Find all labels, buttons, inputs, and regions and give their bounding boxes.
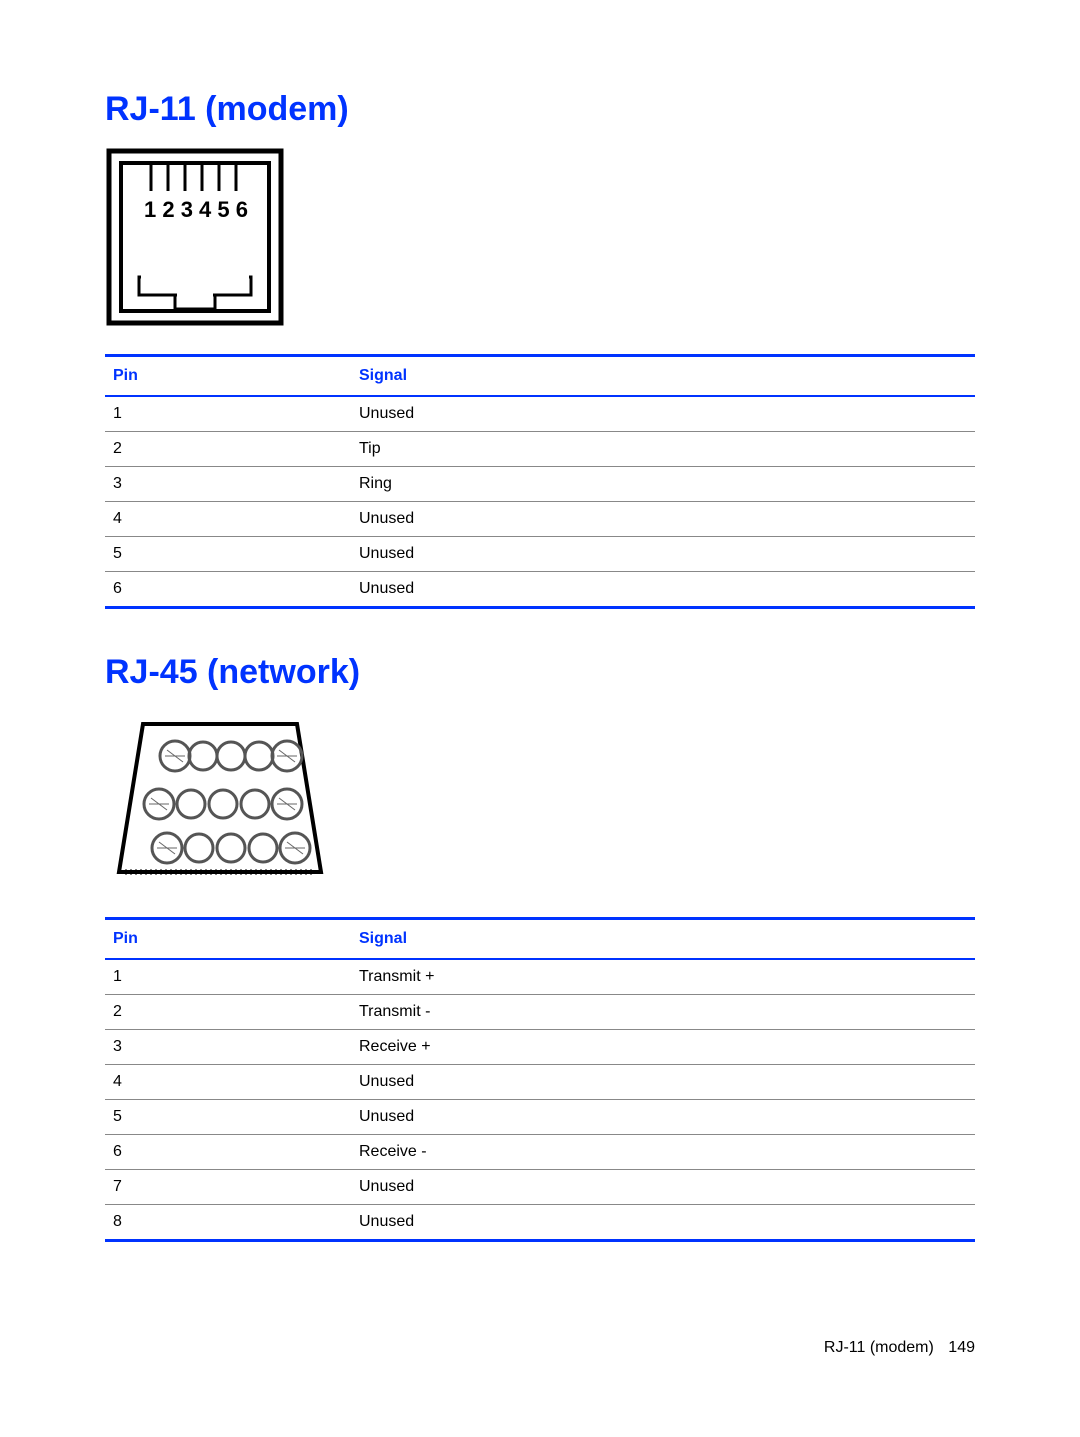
cell-signal: Ring xyxy=(351,467,975,502)
table-row: 1Unused xyxy=(105,396,975,432)
svg-text:1 2 3 4 5 6: 1 2 3 4 5 6 xyxy=(144,197,248,222)
cell-signal: Unused xyxy=(351,1100,975,1135)
rj11-jack-icon: 1 2 3 4 5 6 xyxy=(105,147,285,327)
table-row: 6Receive - xyxy=(105,1135,975,1170)
cell-pin: 6 xyxy=(105,1135,351,1170)
table-row: 4Unused xyxy=(105,502,975,537)
table-row: 3Ring xyxy=(105,467,975,502)
cell-signal: Unused xyxy=(351,572,975,608)
cell-signal: Tip xyxy=(351,432,975,467)
cell-signal: Unused xyxy=(351,396,975,432)
rj45-diagram xyxy=(105,710,975,895)
rj11-pin-table: Pin Signal 1Unused 2Tip 3Ring 4Unused 5U… xyxy=(105,354,975,609)
section-title-rj11: RJ-11 (modem) xyxy=(105,90,975,129)
table-row: 5Unused xyxy=(105,1100,975,1135)
table-row: 4Unused xyxy=(105,1065,975,1100)
col-pin: Pin xyxy=(105,919,351,960)
table-row: 7Unused xyxy=(105,1170,975,1205)
cell-pin: 5 xyxy=(105,537,351,572)
cell-signal: Unused xyxy=(351,1205,975,1241)
page-number: 149 xyxy=(948,1339,975,1356)
cell-pin: 1 xyxy=(105,396,351,432)
col-pin: Pin xyxy=(105,356,351,397)
section-title-rj45: RJ-45 (network) xyxy=(105,653,975,692)
footer-label: RJ-11 (modem) xyxy=(824,1339,934,1356)
cell-signal: Receive + xyxy=(351,1030,975,1065)
cell-signal: Unused xyxy=(351,1065,975,1100)
cell-pin: 6 xyxy=(105,572,351,608)
table-row: 1Transmit + xyxy=(105,959,975,995)
col-signal: Signal xyxy=(351,919,975,960)
table-header-row: Pin Signal xyxy=(105,919,975,960)
cell-pin: 3 xyxy=(105,467,351,502)
table-row: 3Receive + xyxy=(105,1030,975,1065)
table-header-row: Pin Signal xyxy=(105,356,975,397)
cell-pin: 5 xyxy=(105,1100,351,1135)
cell-pin: 7 xyxy=(105,1170,351,1205)
table-row: 6Unused xyxy=(105,572,975,608)
cell-signal: Transmit + xyxy=(351,959,975,995)
cell-signal: Unused xyxy=(351,537,975,572)
table-row: 5Unused xyxy=(105,537,975,572)
cell-pin: 2 xyxy=(105,432,351,467)
table-row: 2Tip xyxy=(105,432,975,467)
cell-signal: Receive - xyxy=(351,1135,975,1170)
cell-pin: 1 xyxy=(105,959,351,995)
cell-pin: 3 xyxy=(105,1030,351,1065)
page-footer: RJ-11 (modem) 149 xyxy=(824,1339,975,1357)
cell-pin: 4 xyxy=(105,502,351,537)
cell-pin: 8 xyxy=(105,1205,351,1241)
table-row: 8Unused xyxy=(105,1205,975,1241)
rj45-pin-table: Pin Signal 1Transmit + 2Transmit - 3Rece… xyxy=(105,917,975,1242)
table-row: 2Transmit - xyxy=(105,995,975,1030)
col-signal: Signal xyxy=(351,356,975,397)
cell-pin: 2 xyxy=(105,995,351,1030)
cell-signal: Transmit - xyxy=(351,995,975,1030)
rj11-diagram: 1 2 3 4 5 6 xyxy=(105,147,975,332)
cell-pin: 4 xyxy=(105,1065,351,1100)
cell-signal: Unused xyxy=(351,502,975,537)
rj45-jack-icon xyxy=(105,710,335,890)
cell-signal: Unused xyxy=(351,1170,975,1205)
